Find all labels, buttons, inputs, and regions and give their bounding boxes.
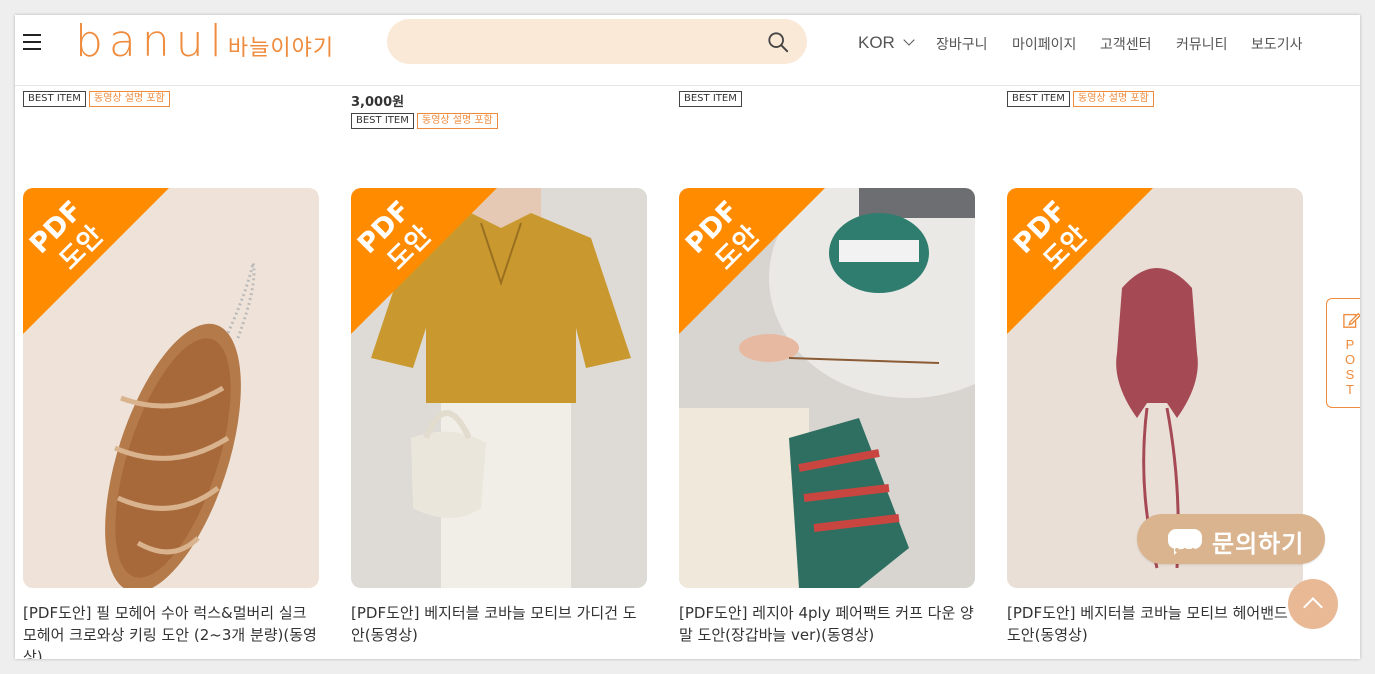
nav-customer-center[interactable]: 고객센터: [1100, 34, 1152, 54]
product-image[interactable]: PDF 도안: [679, 188, 975, 588]
nav-community[interactable]: 커뮤니티: [1176, 34, 1228, 54]
product-title[interactable]: [PDF도안] 베지터블 코바늘 모티브 헤어밴드 도안(동영상): [1007, 602, 1303, 646]
chevron-down-icon: [903, 34, 915, 46]
search-input[interactable]: [405, 19, 759, 66]
best-item-badge: BEST ITEM: [1007, 91, 1070, 107]
product-card[interactable]: PDF 도안 [PDF도안] 베지터블 코바늘 모티브 가디건 도안(동영상): [351, 188, 647, 646]
search-bar: [387, 19, 807, 66]
post-side-button[interactable]: POST: [1326, 298, 1360, 408]
video-badge: 동영상 설명 포함: [89, 91, 170, 107]
pdf-ribbon: PDF 도안: [351, 188, 497, 334]
nav-mypage[interactable]: 마이페이지: [1012, 34, 1076, 54]
product-title[interactable]: [PDF도안] 레지아 4ply 페어팩트 커프 다운 양말 도안(장갑바늘 v…: [679, 602, 975, 646]
scroll-top-button[interactable]: [1288, 579, 1338, 629]
best-item-badge: BEST ITEM: [679, 91, 742, 107]
product-price: 3,000원: [351, 95, 405, 110]
logo-latin: banul: [75, 16, 228, 67]
best-item-badge: BEST ITEM: [23, 91, 86, 107]
product-card[interactable]: PDF 도안 [PDF도안] 레지아 4ply 페어팩트 커프 다운 양말 도안…: [679, 188, 975, 646]
inquiry-button[interactable]: 문의하기: [1137, 514, 1325, 564]
post-label: POST: [1345, 337, 1356, 397]
video-badge: 동영상 설명 포함: [1073, 91, 1154, 107]
search-icon[interactable]: [767, 31, 789, 53]
language-label: KOR: [858, 33, 895, 52]
nav-press[interactable]: 보도기사: [1251, 34, 1303, 54]
best-item-badge: BEST ITEM: [351, 113, 414, 129]
edit-icon: [1343, 312, 1360, 328]
product-card[interactable]: PDF 도안 [PDF도안] 필 모헤어 수아 럭스&멀버리 실크 모헤어 크로…: [23, 188, 319, 659]
product-card[interactable]: PDF 도안 [PDF도안] 베지터블 코바늘 모티브 헤어밴드 도안(동영상): [1007, 188, 1303, 646]
pdf-ribbon: PDF 도안: [679, 188, 825, 334]
product-title[interactable]: [PDF도안] 베지터블 코바늘 모티브 가디건 도안(동영상): [351, 602, 647, 646]
product-image[interactable]: PDF 도안: [351, 188, 647, 588]
product-title[interactable]: [PDF도안] 필 모헤어 수아 럭스&멀버리 실크 모헤어 크로와상 키링 도…: [23, 602, 319, 659]
page-frame: BEST ITEM 동영상 설명 포함 3,000원 BEST ITEM 동영상…: [15, 15, 1360, 659]
site-logo[interactable]: banul 바늘이야기: [75, 17, 334, 67]
site-header: banul 바늘이야기 KOR 장바구니 마이페이지 고객센터 커뮤니티 보도기…: [15, 15, 1360, 86]
pdf-ribbon: PDF 도안: [23, 188, 169, 334]
language-selector[interactable]: KOR: [858, 33, 915, 53]
logo-korean: 바늘이야기: [227, 36, 335, 61]
nav-cart[interactable]: 장바구니: [936, 34, 988, 54]
inquiry-label: 문의하기: [1212, 530, 1305, 558]
video-badge: 동영상 설명 포함: [417, 113, 498, 129]
menu-icon[interactable]: [23, 34, 41, 50]
pdf-ribbon: PDF 도안: [1007, 188, 1153, 334]
product-image[interactable]: PDF 도안: [23, 188, 319, 588]
chat-dots: [1175, 537, 1199, 556]
